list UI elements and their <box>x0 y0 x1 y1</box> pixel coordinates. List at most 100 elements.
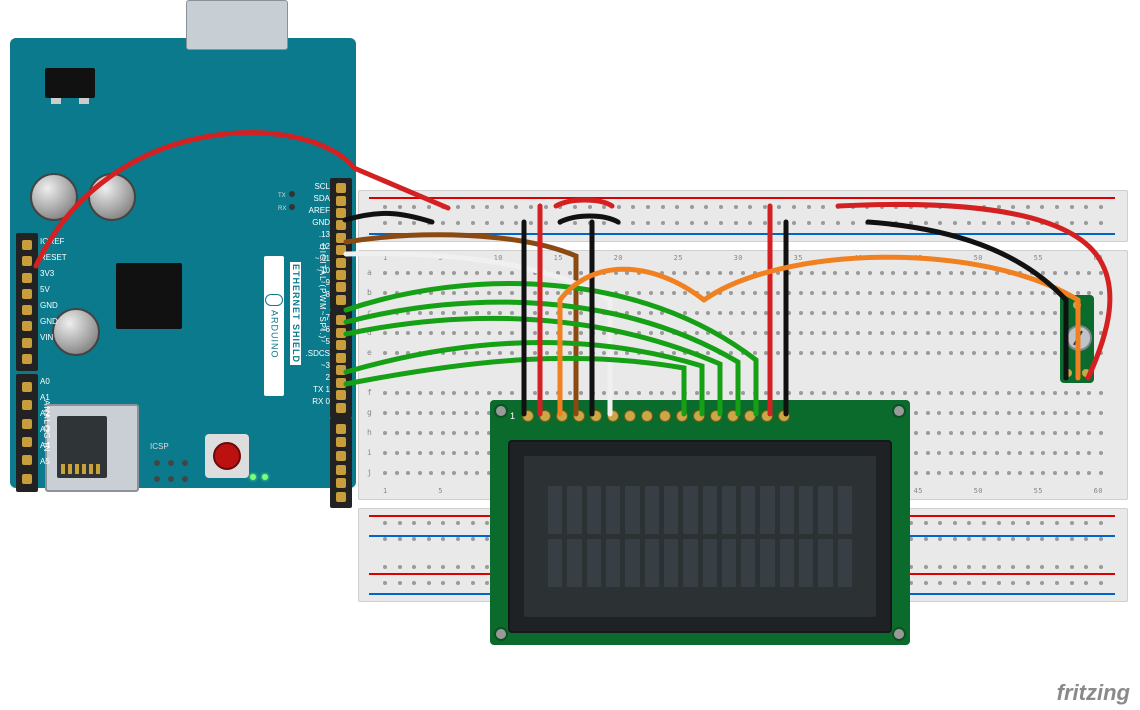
icsp-header <box>152 458 190 484</box>
lcd-16x2-module: 1 <box>490 400 910 645</box>
lcd-bezel <box>508 440 892 633</box>
pin-label: ~10 <box>316 267 330 275</box>
breadboard-col-number: 60 <box>1094 488 1103 495</box>
lcd-pin <box>539 410 551 422</box>
pin-label: GND <box>40 318 58 326</box>
lcd-char-cell <box>567 539 581 587</box>
lcd-char-cell <box>722 486 736 534</box>
status-led-icon <box>250 474 256 480</box>
lcd-char-cell <box>548 486 562 534</box>
lcd-char-cell <box>683 539 697 587</box>
header-pin <box>22 256 32 266</box>
header-pin <box>22 474 32 484</box>
lcd-pin <box>624 410 636 422</box>
sd-card-icon <box>57 416 107 478</box>
header-pin <box>336 465 346 475</box>
lcd-char-cell <box>722 539 736 587</box>
breadboard-col-number: 1 <box>383 488 388 495</box>
breadboard-col-number: 15 <box>554 255 563 262</box>
pin-label: A0 <box>40 378 50 386</box>
lcd-pin <box>556 410 568 422</box>
breadboard-col-number: 55 <box>1034 255 1043 262</box>
voltage-regulator-icon <box>45 68 95 98</box>
pin-label: AREF <box>309 207 330 215</box>
header-pin <box>22 455 32 465</box>
pin-label: GND <box>40 302 58 310</box>
txrx-leds: TX RX <box>278 188 300 214</box>
lcd-char-cell <box>780 539 794 587</box>
trimpot-pin-bottom-left <box>1064 369 1072 377</box>
breadboard-col-number: 35 <box>794 255 803 262</box>
header-pin <box>22 338 32 348</box>
lcd-char-cell <box>760 486 774 534</box>
header-pin <box>336 196 346 206</box>
pin-label: A3 <box>40 426 50 434</box>
breadboard-col-number: 5 <box>438 255 443 262</box>
lcd-pin <box>573 410 585 422</box>
icsp-label: ICSP <box>150 443 169 451</box>
pin-label: .SDCS <box>306 350 330 358</box>
header-pin <box>336 282 346 292</box>
breadboard-row-label: a <box>367 269 372 277</box>
breadboard-col-number: 5 <box>438 488 443 495</box>
breadboard-col-number: 50 <box>974 255 983 262</box>
header-pin <box>22 240 32 250</box>
arduino-ethernet-shield: ICSP TX RX ARDUINO ETHERNET SHIELD DIGIT… <box>10 38 356 488</box>
lcd-char-cell <box>741 539 755 587</box>
lcd-char-cell <box>625 486 639 534</box>
lcd-pin <box>744 410 756 422</box>
header-pin <box>336 233 346 243</box>
header-pin <box>22 437 32 447</box>
pin-label: VIN <box>40 334 53 342</box>
breadboard-row-label: d <box>367 329 372 337</box>
header-pin <box>22 354 32 364</box>
pin-label: A4 <box>40 442 50 450</box>
lcd-pin-row <box>522 410 790 430</box>
pin-label: .12 <box>319 243 330 251</box>
header-pin <box>336 365 346 375</box>
capacitor-icon <box>30 173 78 221</box>
lcd-char-cell <box>818 486 832 534</box>
breadboard-col-number: 55 <box>1034 488 1043 495</box>
breadboard-col-number: 10 <box>494 255 503 262</box>
reset-button[interactable] <box>205 434 249 478</box>
header-pin <box>336 328 346 338</box>
lcd-mount-hole <box>494 404 508 418</box>
lcd-char-cell <box>645 486 659 534</box>
header-pin <box>336 245 346 255</box>
lcd-pin1-label: 1 <box>510 412 515 421</box>
lcd-char-cell <box>683 486 697 534</box>
lcd-char-cell <box>664 486 678 534</box>
lcd-mount-hole <box>494 627 508 641</box>
lcd-char-cell <box>625 539 639 587</box>
header-pin <box>336 295 346 305</box>
breadboard-col-number: 30 <box>734 255 743 262</box>
trim-potentiometer <box>1060 295 1094 383</box>
lcd-char-cell <box>741 486 755 534</box>
capacitor-icon <box>52 308 100 356</box>
header-power <box>16 233 38 371</box>
pin-label: A2 <box>40 410 50 418</box>
header-pin <box>336 183 346 193</box>
header-pin <box>336 270 346 280</box>
lcd-char-cell <box>548 539 562 587</box>
ethernet-shield-label: ETHERNET SHIELD <box>290 262 301 365</box>
header-pin <box>22 305 32 315</box>
breadboard-col-number: 40 <box>854 255 863 262</box>
lcd-char-cell <box>760 539 774 587</box>
header-analog <box>16 374 38 492</box>
pin-label: ~9 <box>321 279 330 287</box>
sd-card-slot-icon <box>45 404 139 492</box>
lcd-pin <box>607 410 619 422</box>
header-pin <box>336 208 346 218</box>
pin-label: ~3 <box>321 362 330 370</box>
lcd-char-grid <box>548 486 852 587</box>
pin-label: RX 0 <box>312 398 330 406</box>
trimpot-knob-icon[interactable] <box>1066 325 1092 351</box>
lcd-pin <box>641 410 653 422</box>
pin-label: IOREF <box>40 238 64 246</box>
pin-label: 2 <box>326 374 330 382</box>
arduino-logo-icon <box>265 294 283 306</box>
arduino-brand-label: ARDUINO <box>270 310 279 359</box>
pin-label: 3V3 <box>40 270 54 278</box>
